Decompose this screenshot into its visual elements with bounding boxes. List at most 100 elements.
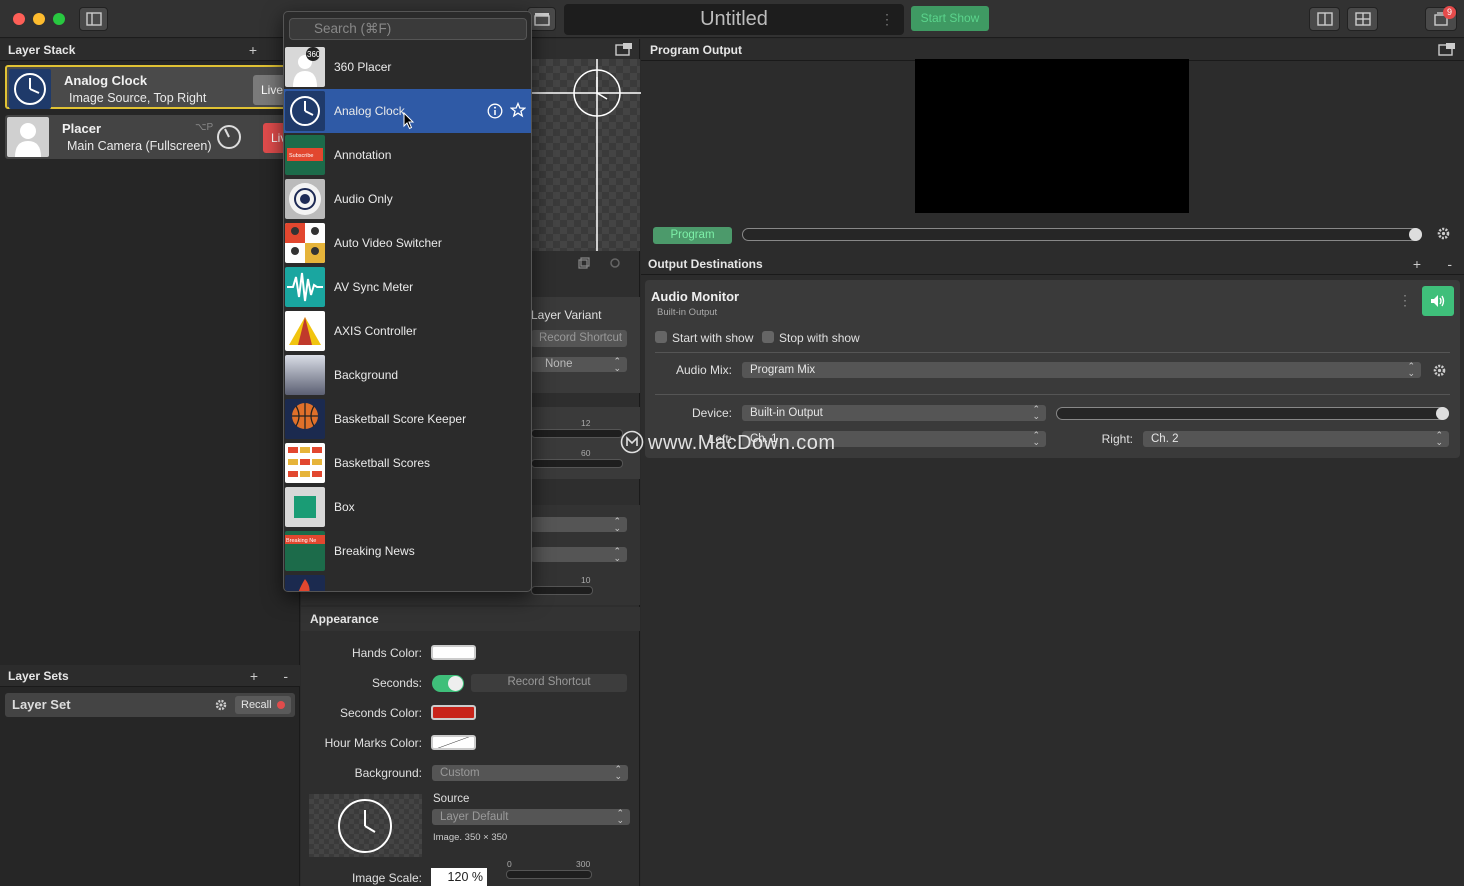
source-item-annotation[interactable]: Subscribe Annotation (284, 133, 531, 177)
layer-name: Placer (62, 121, 102, 136)
margin-slider[interactable] (531, 586, 593, 595)
device-select-value: Built-in Output (750, 407, 823, 419)
source-item-audio-only[interactable]: Audio Only (284, 177, 531, 221)
record-shortcut-button[interactable]: Record Shortcut (531, 330, 627, 347)
right-channel-select-value: Ch. 2 (1151, 433, 1179, 445)
seconds-color-swatch[interactable] (431, 705, 476, 720)
source-item-analog-clock[interactable]: Analog Clock (284, 89, 531, 133)
remove-destination-button[interactable]: - (1447, 253, 1452, 275)
minimize-window-button[interactable] (33, 13, 45, 25)
seconds-color-label: Seconds Color: (339, 706, 422, 720)
layer-variant-label: Layer Variant (531, 308, 602, 322)
favorite-star-icon[interactable] (510, 102, 526, 118)
seconds-record-shortcut-button[interactable]: Record Shortcut (471, 674, 627, 692)
start-show-button[interactable]: Start Show (911, 6, 989, 31)
macdown-logo-icon (620, 430, 644, 454)
source-item-label: Background (334, 368, 399, 382)
source-item-label: AXIS Controller (334, 324, 417, 338)
chevron-updown-icon: ⌃ ⌄ (1435, 430, 1443, 447)
add-layer-button[interactable]: + (249, 39, 257, 61)
source-item-label: Breaking News (334, 544, 415, 558)
slider-knob[interactable] (1409, 228, 1422, 241)
popout-icon[interactable] (1438, 42, 1456, 56)
clock-face-icon (338, 799, 392, 853)
opacity-knob-icon[interactable] (215, 123, 243, 151)
close-window-button[interactable] (13, 13, 25, 25)
speaker-icon (1431, 295, 1445, 307)
source-item-label: Box (334, 500, 355, 514)
minute-slider[interactable] (531, 459, 623, 468)
device-select[interactable]: Built-in Output ⌃ ⌄ (742, 405, 1046, 421)
source-item-breaking-news[interactable]: Breaking Ne Breaking News (284, 529, 531, 573)
clapperboard-icon (533, 13, 550, 26)
size-select[interactable]: ⌃ ⌄ (531, 547, 627, 563)
audio-mix-select[interactable]: Program Mix ⌃ ⌄ (742, 362, 1421, 378)
duplicate-icon[interactable] (578, 257, 590, 269)
program-video (915, 59, 1189, 213)
tick-12-label: 12 (581, 418, 591, 428)
recall-button[interactable]: Recall (235, 696, 291, 714)
gear-icon[interactable] (214, 698, 228, 712)
seconds-toggle[interactable] (432, 675, 464, 692)
program-volume-slider[interactable] (742, 228, 1422, 241)
layer-row-analog-clock[interactable]: Analog Clock Image Source, Top Right Liv… (5, 65, 295, 109)
tick-60-label: 60 (581, 448, 591, 458)
hour-marks-color-swatch[interactable] (431, 735, 476, 750)
source-select[interactable]: Layer Default ⌃ ⌄ (432, 809, 630, 825)
image-scale-input[interactable]: 120 % (431, 868, 487, 886)
toggle-sidebar-button[interactable] (79, 7, 108, 31)
360-placer-icon: 360 (285, 47, 325, 87)
program-output-header: Program Output (641, 39, 1464, 61)
source-item-basketball-score-keeper[interactable]: Basketball Score Keeper (284, 397, 531, 441)
source-image-well[interactable] (309, 794, 422, 857)
remove-layer-set-button[interactable]: - (283, 665, 288, 687)
position-select[interactable]: ⌃ ⌄ (531, 517, 627, 533)
source-search-input[interactable]: Search (⌘F) (289, 18, 527, 40)
background-select[interactable]: Custom ⌃ ⌄ (432, 765, 628, 781)
hands-color-swatch[interactable] (431, 645, 476, 660)
layer-row-placer[interactable]: Placer Main Camera (Fullscreen) ⌥P Live (5, 115, 299, 159)
hour-slider[interactable] (531, 429, 623, 438)
source-item-360-placer[interactable]: 360 360 Placer (284, 45, 531, 89)
more-icon[interactable]: ⋮ (1398, 292, 1412, 309)
clock-icon (9, 69, 51, 109)
popout-icon[interactable] (615, 42, 633, 56)
layer-set-row[interactable]: Layer Set Recall (5, 693, 295, 717)
add-layer-set-button[interactable]: + (250, 665, 258, 687)
start-with-show-checkbox[interactable] (655, 331, 667, 343)
source-item-auto-video-switcher[interactable]: Auto Video Switcher (284, 221, 531, 265)
program-output-title: Program Output (650, 43, 742, 57)
audio-mix-label: Audio Mix: (675, 363, 732, 377)
layout-grid-button[interactable] (1347, 7, 1378, 31)
source-item-background[interactable]: Background (284, 353, 531, 397)
more-icon[interactable]: ⋮ (880, 4, 894, 35)
layer-variant-select[interactable]: None ⌃ ⌄ (531, 356, 627, 373)
add-destination-button[interactable]: + (1413, 253, 1421, 275)
stop-with-show-checkbox[interactable] (762, 331, 774, 343)
image-scale-slider[interactable] (506, 870, 592, 879)
source-item-av-sync-meter[interactable]: AV Sync Meter (284, 265, 531, 309)
slider-knob[interactable] (1436, 407, 1449, 420)
program-button[interactable]: Program (653, 227, 732, 244)
zoom-window-button[interactable] (53, 13, 65, 25)
chevron-updown-icon: ⌃ ⌄ (613, 356, 621, 373)
layout-single-button[interactable] (1309, 7, 1340, 31)
hour-marks-color-label: Hour Marks Color: (324, 736, 422, 750)
source-item-box[interactable]: Box (284, 485, 531, 529)
source-item-axis-controller[interactable]: AXIS Controller (284, 309, 531, 353)
info-icon[interactable] (487, 103, 503, 119)
chevron-updown-icon: ⌃ ⌄ (616, 808, 624, 825)
settings-icon[interactable] (609, 257, 621, 269)
device-volume-slider[interactable] (1056, 407, 1449, 420)
gear-icon[interactable] (1432, 363, 1447, 378)
layer-set-name: Layer Set (12, 697, 71, 712)
gear-icon[interactable] (1436, 226, 1451, 241)
svg-text:Breaking Ne: Breaking Ne (286, 538, 316, 544)
document-title[interactable]: Untitled ⋮ (564, 4, 904, 35)
speaker-button[interactable] (1422, 286, 1454, 316)
right-channel-select[interactable]: Ch. 2 ⌃ ⌄ (1143, 431, 1449, 447)
source-item-partial[interactable] (284, 573, 531, 591)
person-icon (7, 117, 49, 157)
source-item-basketball-scores[interactable]: Basketball Scores (284, 441, 531, 485)
source-select-value: Layer Default (440, 811, 509, 823)
